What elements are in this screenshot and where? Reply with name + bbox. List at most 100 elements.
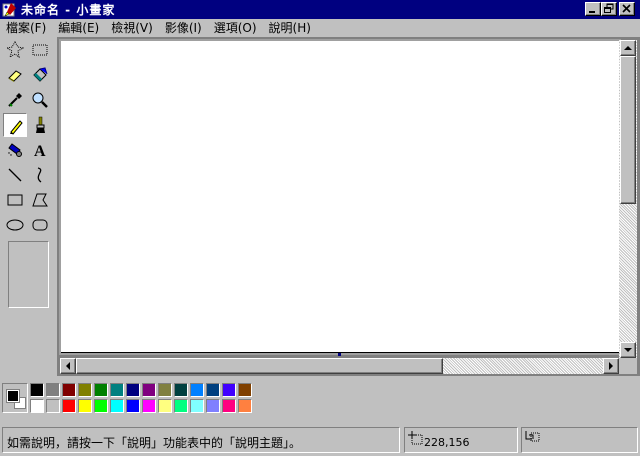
- current-colors[interactable]: [2, 383, 28, 413]
- vertical-scroll-thumb[interactable]: [620, 56, 636, 204]
- menu-bar: 檔案(F) 編輯(E) 檢視(V) 影像(I) 選項(O) 說明(H): [0, 19, 640, 37]
- color-swatch[interactable]: [30, 399, 44, 413]
- color-swatch[interactable]: [110, 399, 124, 413]
- scroll-up-button[interactable]: [620, 40, 636, 56]
- menu-options[interactable]: 選項(O): [208, 19, 263, 37]
- color-swatch[interactable]: [142, 399, 156, 413]
- paint-app-icon[interactable]: [2, 2, 18, 18]
- status-coordinates-pane: 228,156: [404, 427, 518, 453]
- color-swatch[interactable]: [30, 383, 44, 397]
- rectangle-icon: [7, 194, 23, 206]
- close-button[interactable]: [619, 2, 635, 16]
- color-swatch[interactable]: [206, 399, 220, 413]
- status-size-pane: [521, 427, 638, 453]
- tool-options-box[interactable]: [8, 241, 49, 308]
- free-form-select-icon: [6, 41, 24, 59]
- color-picker-icon: [8, 93, 22, 107]
- color-swatch[interactable]: [238, 399, 252, 413]
- tool-pick-color[interactable]: [3, 88, 27, 112]
- color-swatch[interactable]: [78, 383, 92, 397]
- minimize-icon: [589, 11, 595, 13]
- color-swatch[interactable]: [238, 383, 252, 397]
- tool-curve[interactable]: [28, 163, 52, 187]
- scroll-left-button[interactable]: [60, 358, 76, 374]
- curve-icon: [37, 167, 42, 183]
- horizontal-scrollbar[interactable]: [60, 358, 619, 374]
- scroll-right-button[interactable]: [603, 358, 619, 374]
- tool-line[interactable]: [3, 163, 27, 187]
- color-swatch[interactable]: [78, 399, 92, 413]
- canvas-workspace: [59, 39, 623, 356]
- tool-ellipse[interactable]: [3, 213, 27, 237]
- color-swatch[interactable]: [190, 383, 204, 397]
- color-swatch[interactable]: [46, 383, 60, 397]
- color-swatch[interactable]: [126, 383, 140, 397]
- color-swatch[interactable]: [94, 399, 108, 413]
- tool-fill[interactable]: [28, 63, 52, 87]
- color-swatch[interactable]: [110, 383, 124, 397]
- arrow-down-icon: [624, 348, 632, 352]
- arrow-up-icon: [624, 46, 632, 50]
- color-swatch[interactable]: [206, 383, 220, 397]
- arrow-right-icon: [609, 362, 613, 370]
- color-swatch[interactable]: [62, 399, 76, 413]
- tool-rectangle[interactable]: [3, 188, 27, 212]
- minimize-button[interactable]: [585, 2, 601, 16]
- airbrush-icon: [8, 143, 22, 157]
- tool-eraser[interactable]: [3, 63, 27, 87]
- scroll-down-button[interactable]: [620, 342, 636, 358]
- color-swatch[interactable]: [62, 383, 76, 397]
- title-bar[interactable]: 未命名 - 小畫家: [0, 0, 640, 19]
- menu-file[interactable]: 檔案(F): [0, 19, 52, 37]
- magnifier-icon: [32, 92, 48, 108]
- tool-text[interactable]: A: [28, 138, 52, 162]
- arrow-left-icon: [66, 362, 70, 370]
- text-icon: A: [34, 143, 46, 159]
- svg-text:A: A: [34, 143, 46, 159]
- tool-airbrush[interactable]: [3, 138, 27, 162]
- color-swatch[interactable]: [158, 383, 172, 397]
- close-icon: [622, 4, 631, 13]
- menu-edit[interactable]: 編輯(E): [52, 19, 105, 37]
- tool-polygon[interactable]: [28, 188, 52, 212]
- tool-rectangle-select[interactable]: [28, 38, 52, 62]
- menu-help[interactable]: 說明(H): [263, 19, 317, 37]
- menu-view[interactable]: 檢視(V): [105, 19, 159, 37]
- tool-brush[interactable]: [28, 113, 52, 137]
- resize-handle-bottom[interactable]: [338, 353, 341, 356]
- brush-icon: [36, 116, 45, 133]
- line-icon: [8, 168, 22, 182]
- color-swatch[interactable]: [126, 399, 140, 413]
- canvas-area: [57, 37, 640, 376]
- restore-icon: [604, 3, 614, 13]
- scrollbar-corner: [619, 358, 637, 374]
- color-swatch[interactable]: [46, 399, 60, 413]
- fill-bucket-icon: [33, 67, 48, 82]
- tool-rounded-rectangle[interactable]: [28, 213, 52, 237]
- toolbox: A: [0, 37, 56, 370]
- tool-magnifier[interactable]: [28, 88, 52, 112]
- color-swatch[interactable]: [158, 399, 172, 413]
- color-swatch[interactable]: [222, 383, 236, 397]
- ellipse-icon: [6, 219, 24, 231]
- tool-pencil[interactable]: [3, 113, 27, 137]
- polygon-icon: [32, 193, 48, 207]
- color-swatch[interactable]: [190, 399, 204, 413]
- color-swatch[interactable]: [174, 383, 188, 397]
- eraser-icon: [8, 70, 22, 82]
- cursor-position-icon: [408, 431, 423, 445]
- status-bar: 如需說明，請按一下「說明」功能表中的「說明主題」。 228,156: [0, 426, 640, 456]
- color-swatch[interactable]: [142, 383, 156, 397]
- color-swatch[interactable]: [94, 383, 108, 397]
- vertical-scrollbar[interactable]: [619, 40, 637, 358]
- window-title: 未命名 - 小畫家: [21, 3, 116, 17]
- color-box: [0, 378, 640, 422]
- color-swatch[interactable]: [222, 399, 236, 413]
- menu-image[interactable]: 影像(I): [159, 19, 208, 37]
- tool-free-form-select[interactable]: [3, 38, 27, 62]
- horizontal-scroll-thumb[interactable]: [76, 358, 443, 374]
- foreground-color-swatch: [6, 389, 20, 403]
- drawing-canvas[interactable]: [61, 41, 620, 353]
- color-swatch[interactable]: [174, 399, 188, 413]
- restore-button[interactable]: [601, 2, 617, 16]
